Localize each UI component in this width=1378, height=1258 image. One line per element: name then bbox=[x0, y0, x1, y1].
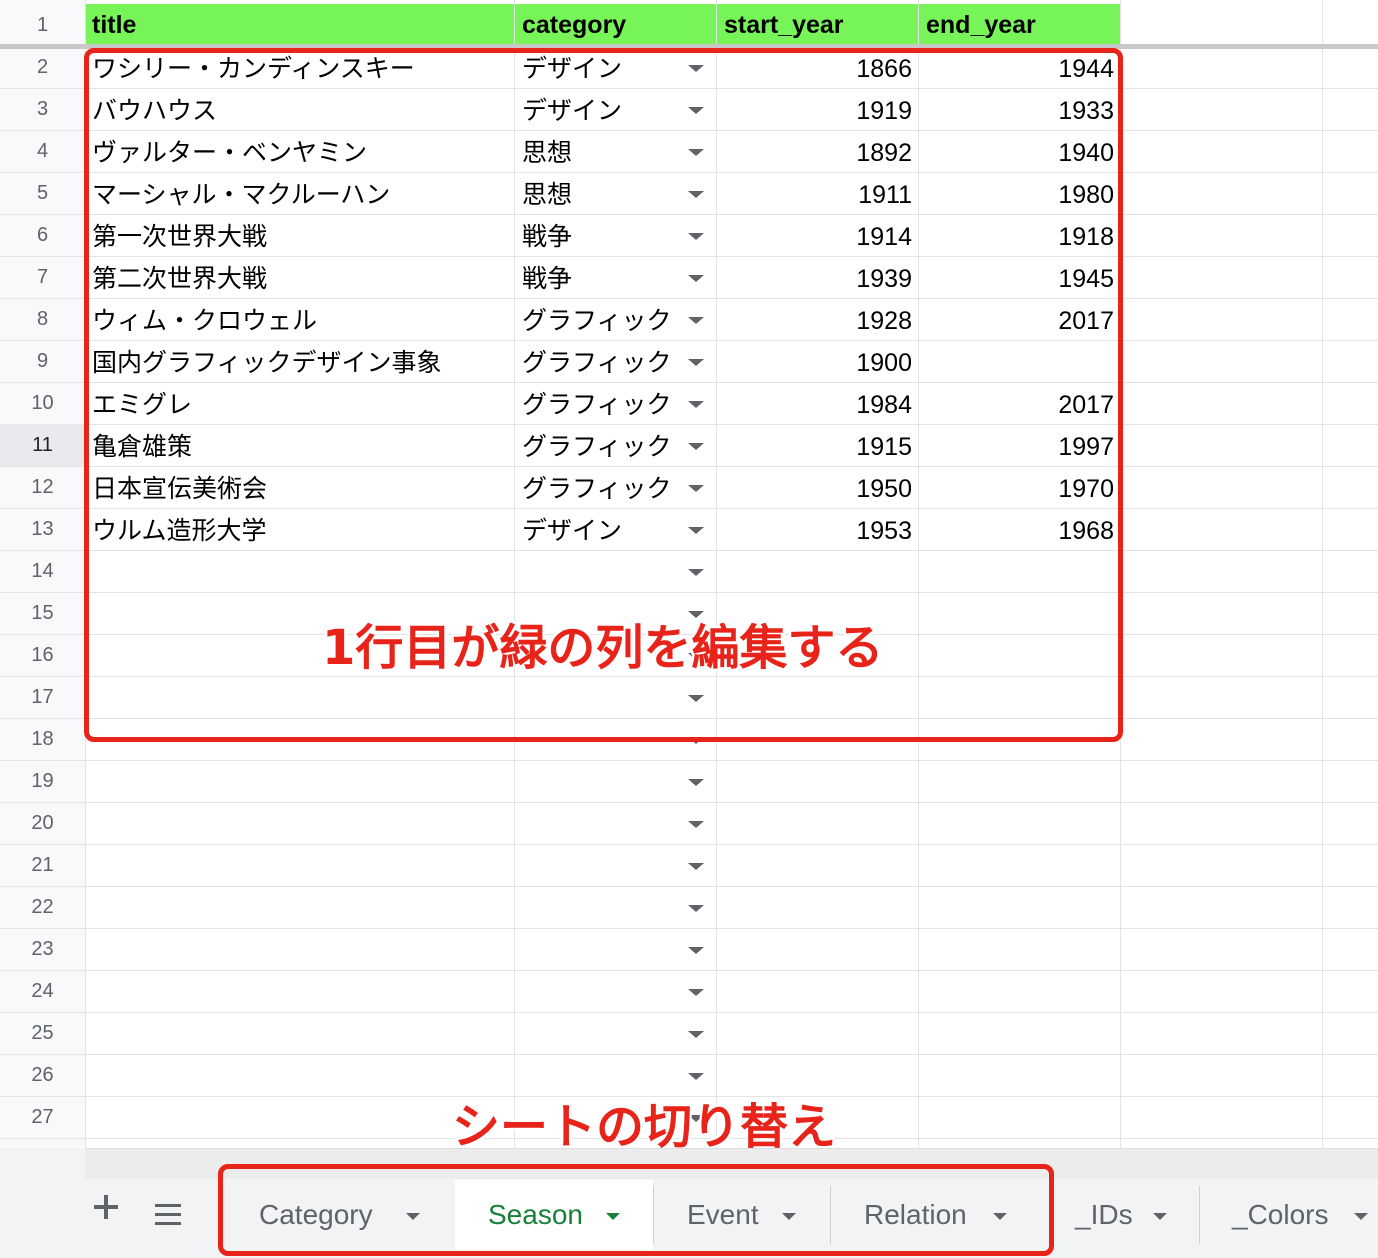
row-number[interactable]: 13 bbox=[0, 508, 85, 550]
tab-ids[interactable]: _IDs bbox=[1044, 1180, 1199, 1250]
row-number[interactable]: 23 bbox=[0, 928, 85, 970]
row-number[interactable]: 8 bbox=[0, 298, 85, 340]
row-number[interactable]: 16 bbox=[0, 634, 85, 676]
plus-icon[interactable] bbox=[92, 1193, 120, 1221]
row-number[interactable]: 7 bbox=[0, 256, 85, 298]
row-number[interactable]: 26 bbox=[0, 1054, 85, 1096]
caret-down-icon[interactable] bbox=[688, 905, 704, 912]
row-number[interactable]: 15 bbox=[0, 592, 85, 634]
row-number[interactable]: 25 bbox=[0, 1012, 85, 1054]
row-number[interactable]: 5 bbox=[0, 172, 85, 214]
row-number[interactable]: 14 bbox=[0, 550, 85, 592]
row-number[interactable]: 19 bbox=[0, 760, 85, 802]
row-number[interactable]: 17 bbox=[0, 676, 85, 718]
header-start-year[interactable]: start_year bbox=[724, 4, 914, 46]
row-number[interactable]: 1 bbox=[0, 4, 85, 46]
tab-label: _IDs bbox=[1075, 1199, 1133, 1230]
tab-divider bbox=[1199, 1186, 1200, 1244]
row-number[interactable]: 3 bbox=[0, 88, 85, 130]
caret-down-icon[interactable] bbox=[688, 863, 704, 870]
edit-columns-annotation: 1行目が緑の列を編集する bbox=[322, 620, 884, 676]
row-number[interactable]: 24 bbox=[0, 970, 85, 1012]
row-gridline bbox=[0, 1012, 1378, 1013]
menu-lines-icon[interactable] bbox=[155, 1204, 181, 1226]
caret-down-icon[interactable] bbox=[688, 1073, 704, 1080]
tab-label: _Colors bbox=[1232, 1199, 1329, 1230]
row-number[interactable]: 21 bbox=[0, 844, 85, 886]
caret-down-icon[interactable] bbox=[688, 779, 704, 786]
row-number[interactable]: 9 bbox=[0, 340, 85, 382]
row-gridline bbox=[0, 928, 1378, 929]
row-gridline bbox=[0, 970, 1378, 971]
header-end-year[interactable]: end_year bbox=[926, 4, 1116, 46]
row-gridline bbox=[0, 1054, 1378, 1055]
row-number[interactable]: 18 bbox=[0, 718, 85, 760]
row-number[interactable]: 10 bbox=[0, 382, 85, 424]
caret-down-icon[interactable] bbox=[688, 821, 704, 828]
row-number[interactable]: 27 bbox=[0, 1096, 85, 1138]
sheet-tabs-highlight bbox=[218, 1164, 1054, 1256]
chevron-down-icon[interactable] bbox=[1354, 1213, 1368, 1220]
row-number[interactable]: 2 bbox=[0, 46, 85, 88]
header-title[interactable]: title bbox=[92, 4, 512, 46]
row-number[interactable]: 11 bbox=[0, 424, 85, 466]
row-gridline bbox=[0, 802, 1378, 803]
switch-sheets-annotation: シートの切り替え bbox=[452, 1099, 837, 1155]
row-number[interactable]: 22 bbox=[0, 886, 85, 928]
row-number[interactable]: 4 bbox=[0, 130, 85, 172]
caret-down-icon[interactable] bbox=[688, 989, 704, 996]
row-gridline bbox=[0, 886, 1378, 887]
row-number[interactable]: 6 bbox=[0, 214, 85, 256]
caret-down-icon[interactable] bbox=[688, 947, 704, 954]
row-gridline bbox=[0, 844, 1378, 845]
caret-down-icon[interactable] bbox=[688, 1031, 704, 1038]
chevron-down-icon[interactable] bbox=[1153, 1213, 1167, 1220]
row-gridline bbox=[0, 760, 1378, 761]
row-number[interactable]: 12 bbox=[0, 466, 85, 508]
header-category[interactable]: category bbox=[522, 4, 712, 46]
row-number[interactable]: 20 bbox=[0, 802, 85, 844]
tab-colors[interactable]: _Colors bbox=[1201, 1180, 1378, 1250]
